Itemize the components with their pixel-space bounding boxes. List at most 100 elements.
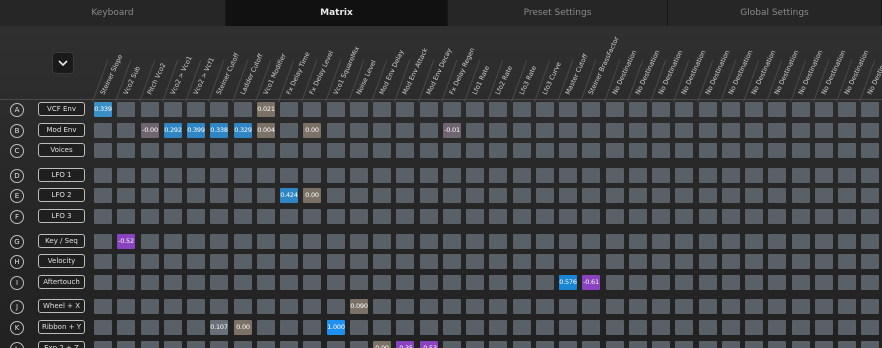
matrix-cell[interactable] [443, 168, 461, 183]
matrix-cell[interactable] [699, 275, 717, 290]
matrix-cell[interactable] [466, 275, 484, 290]
matrix-cell-value[interactable]: 0.00 [303, 123, 321, 138]
matrix-cell[interactable] [606, 123, 624, 138]
matrix-cell[interactable] [327, 123, 345, 138]
matrix-cell[interactable] [838, 188, 856, 203]
matrix-cell[interactable] [652, 188, 670, 203]
matrix-cell[interactable] [675, 299, 693, 314]
matrix-cell[interactable] [350, 168, 368, 183]
matrix-cell[interactable] [443, 299, 461, 314]
matrix-cell-value[interactable]: -0.52 [117, 234, 135, 249]
matrix-cell[interactable] [768, 299, 786, 314]
matrix-cell[interactable] [350, 320, 368, 335]
matrix-cell[interactable] [815, 188, 833, 203]
matrix-cell[interactable] [141, 188, 159, 203]
matrix-cell[interactable] [513, 234, 531, 249]
matrix-cell-value[interactable]: 0.424 [280, 188, 298, 203]
matrix-cell[interactable] [675, 143, 693, 158]
matrix-cell[interactable] [234, 209, 252, 224]
matrix-cell[interactable] [699, 123, 717, 138]
matrix-cell[interactable] [373, 188, 391, 203]
matrix-cell[interactable] [536, 102, 554, 117]
matrix-cell[interactable] [280, 254, 298, 269]
source-button[interactable]: Key / Seq [38, 234, 85, 248]
matrix-cell[interactable] [489, 254, 507, 269]
matrix-cell[interactable] [606, 254, 624, 269]
matrix-cell[interactable] [489, 275, 507, 290]
matrix-cell[interactable] [280, 320, 298, 335]
matrix-cell[interactable] [629, 254, 647, 269]
matrix-cell[interactable] [187, 188, 205, 203]
matrix-cell[interactable] [745, 275, 763, 290]
matrix-cell[interactable] [722, 254, 740, 269]
matrix-cell[interactable] [861, 143, 879, 158]
matrix-cell[interactable] [94, 275, 112, 290]
matrix-cell[interactable] [652, 254, 670, 269]
matrix-cell-value[interactable]: 1.000 [327, 320, 345, 335]
matrix-cell[interactable] [652, 234, 670, 249]
matrix-cell[interactable] [489, 102, 507, 117]
matrix-cell[interactable] [722, 275, 740, 290]
matrix-cell[interactable] [141, 143, 159, 158]
source-button[interactable]: Mod Env [38, 123, 85, 137]
matrix-cell[interactable] [420, 320, 438, 335]
matrix-cell[interactable] [327, 341, 345, 348]
matrix-cell[interactable] [606, 168, 624, 183]
matrix-cell[interactable] [861, 275, 879, 290]
matrix-cell[interactable] [745, 143, 763, 158]
matrix-cell[interactable] [234, 254, 252, 269]
matrix-cell-value[interactable]: 0.00 [303, 188, 321, 203]
matrix-cell[interactable] [210, 341, 228, 348]
tab-global-settings[interactable]: Global Settings [668, 0, 882, 26]
matrix-cell[interactable] [117, 299, 135, 314]
matrix-cell[interactable] [141, 254, 159, 269]
matrix-cell[interactable] [420, 188, 438, 203]
source-button[interactable]: Ribbon + Y [38, 320, 85, 334]
matrix-cell[interactable] [768, 168, 786, 183]
matrix-cell[interactable] [187, 234, 205, 249]
matrix-cell[interactable] [722, 102, 740, 117]
matrix-cell[interactable] [815, 234, 833, 249]
matrix-cell-value[interactable]: 0.004 [257, 123, 275, 138]
matrix-cell[interactable] [396, 320, 414, 335]
matrix-cell[interactable] [164, 102, 182, 117]
source-button[interactable]: LFO 1 [38, 168, 85, 182]
matrix-cell[interactable] [257, 143, 275, 158]
matrix-cell-value[interactable]: 0.292 [164, 123, 182, 138]
matrix-cell[interactable] [187, 275, 205, 290]
matrix-cell-value[interactable]: -0.35 [396, 341, 414, 348]
matrix-cell[interactable] [722, 209, 740, 224]
matrix-cell[interactable] [861, 234, 879, 249]
matrix-cell[interactable] [768, 320, 786, 335]
matrix-cell[interactable] [210, 209, 228, 224]
matrix-cell[interactable] [838, 143, 856, 158]
matrix-cell[interactable] [141, 275, 159, 290]
matrix-cell[interactable] [117, 320, 135, 335]
source-button[interactable]: LFO 3 [38, 209, 85, 223]
matrix-cell[interactable] [327, 102, 345, 117]
matrix-cell[interactable] [792, 209, 810, 224]
matrix-cell[interactable] [536, 254, 554, 269]
matrix-cell[interactable] [629, 275, 647, 290]
matrix-cell[interactable] [327, 299, 345, 314]
matrix-cell[interactable] [699, 102, 717, 117]
matrix-cell[interactable] [768, 254, 786, 269]
matrix-cell[interactable] [815, 341, 833, 348]
matrix-cell[interactable] [722, 341, 740, 348]
matrix-cell[interactable] [164, 299, 182, 314]
matrix-cell[interactable] [559, 341, 577, 348]
matrix-cell[interactable] [699, 143, 717, 158]
matrix-cell[interactable] [699, 188, 717, 203]
matrix-cell[interactable] [257, 209, 275, 224]
matrix-cell[interactable] [582, 320, 600, 335]
matrix-cell[interactable] [443, 102, 461, 117]
matrix-cell[interactable] [536, 234, 554, 249]
matrix-cell[interactable] [606, 234, 624, 249]
matrix-cell[interactable] [745, 341, 763, 348]
matrix-cell[interactable] [792, 275, 810, 290]
matrix-cell[interactable] [257, 254, 275, 269]
matrix-cell[interactable] [234, 275, 252, 290]
matrix-cell[interactable] [629, 102, 647, 117]
matrix-cell[interactable] [815, 102, 833, 117]
matrix-cell[interactable] [373, 102, 391, 117]
